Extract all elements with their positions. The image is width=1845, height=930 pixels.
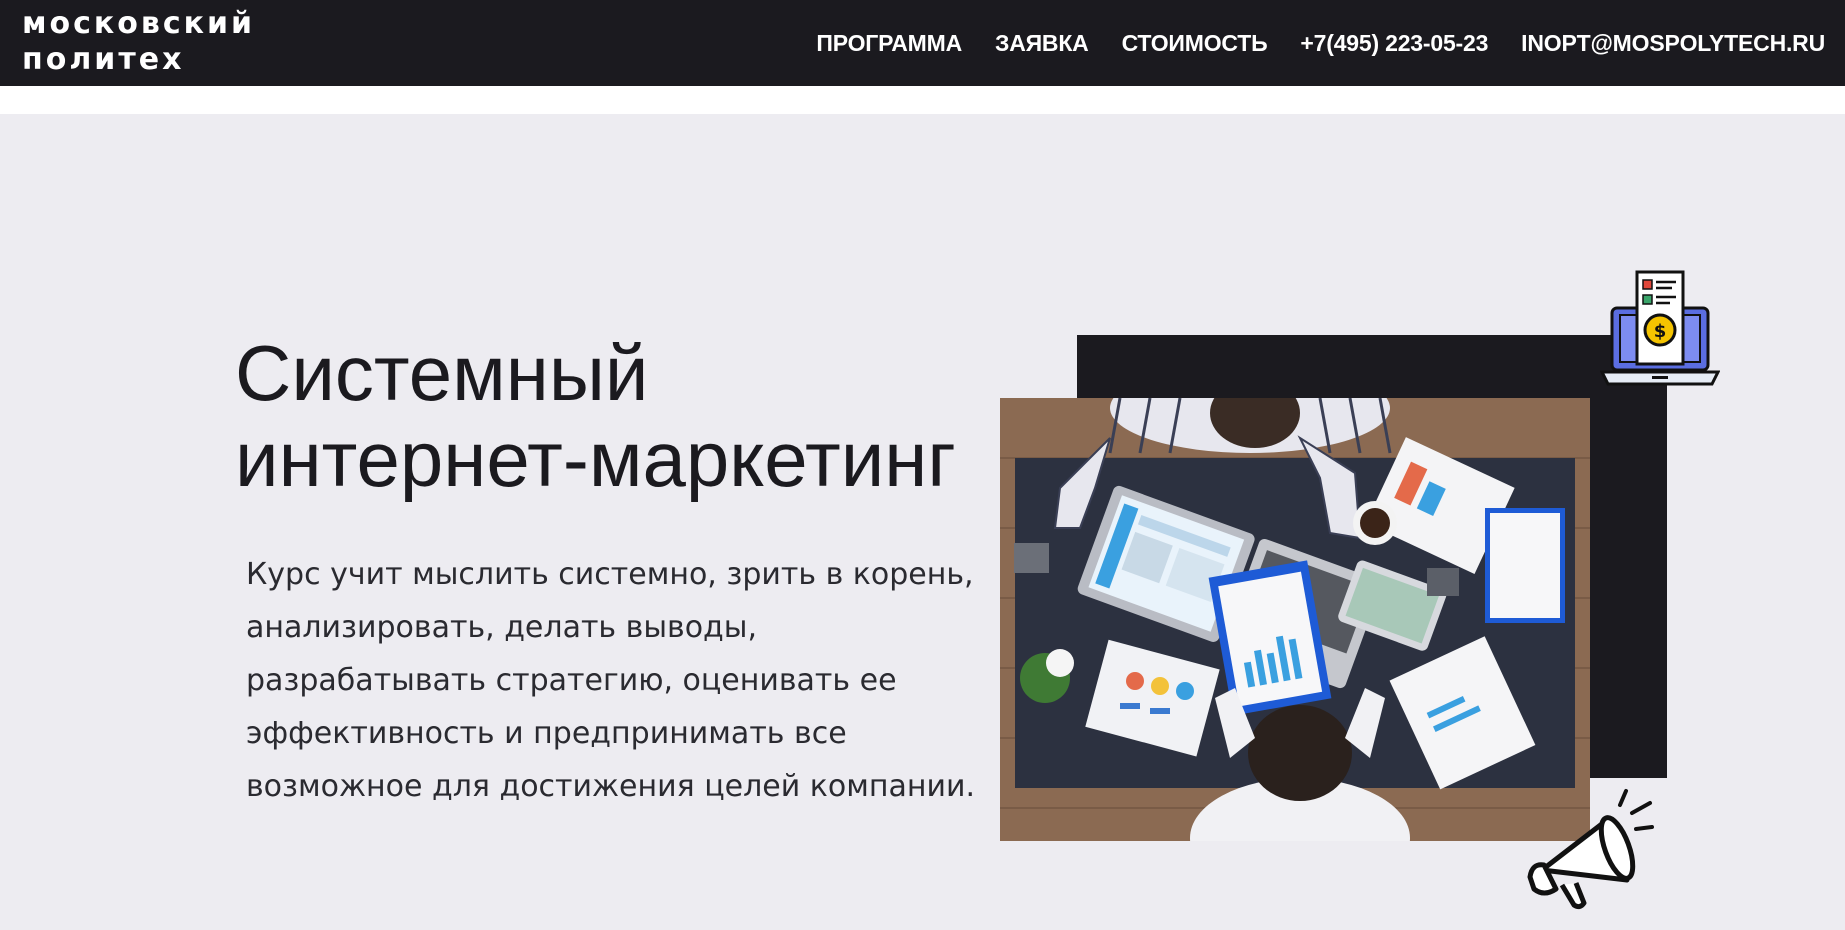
main-nav: ПРОГРАММА ЗАЯВКА СТОИМОСТЬ +7(495) 223-0… bbox=[816, 0, 1825, 86]
office-desk-illustration bbox=[1000, 398, 1590, 841]
logo-line-1: московский bbox=[22, 6, 256, 41]
nav-program-link[interactable]: ПРОГРАММА bbox=[816, 30, 962, 57]
hero-title-line-1: Системный bbox=[235, 329, 649, 417]
nav-application-link[interactable]: ЗАЯВКА bbox=[995, 30, 1089, 57]
hero-description: Курс учит мыслить системно, зрить в коре… bbox=[246, 557, 975, 804]
svg-text:$: $ bbox=[1654, 321, 1667, 342]
hero-title: Системный интернет-маркетинг bbox=[235, 330, 1035, 502]
megaphone-icon bbox=[1527, 789, 1654, 910]
mospolytech-logo[interactable]: московский политех bbox=[22, 6, 255, 78]
hero-title-line-2: интернет-маркетинг bbox=[235, 415, 956, 503]
top-navbar: московский политех ПРОГРАММА ЗАЯВКА СТОИ… bbox=[0, 0, 1845, 86]
header-divider-strip bbox=[0, 86, 1845, 114]
logo-line-2: политех bbox=[22, 42, 185, 77]
nav-price-link[interactable]: СТОИМОСТЬ bbox=[1122, 30, 1268, 57]
nav-phone-link[interactable]: +7(495) 223-05-23 bbox=[1300, 30, 1488, 57]
nav-email-link[interactable]: INOPT@MOSPOLYTECH.RU bbox=[1521, 30, 1825, 57]
hero-photo bbox=[1000, 398, 1590, 841]
laptop-invoice-icon: $ bbox=[1600, 270, 1720, 386]
